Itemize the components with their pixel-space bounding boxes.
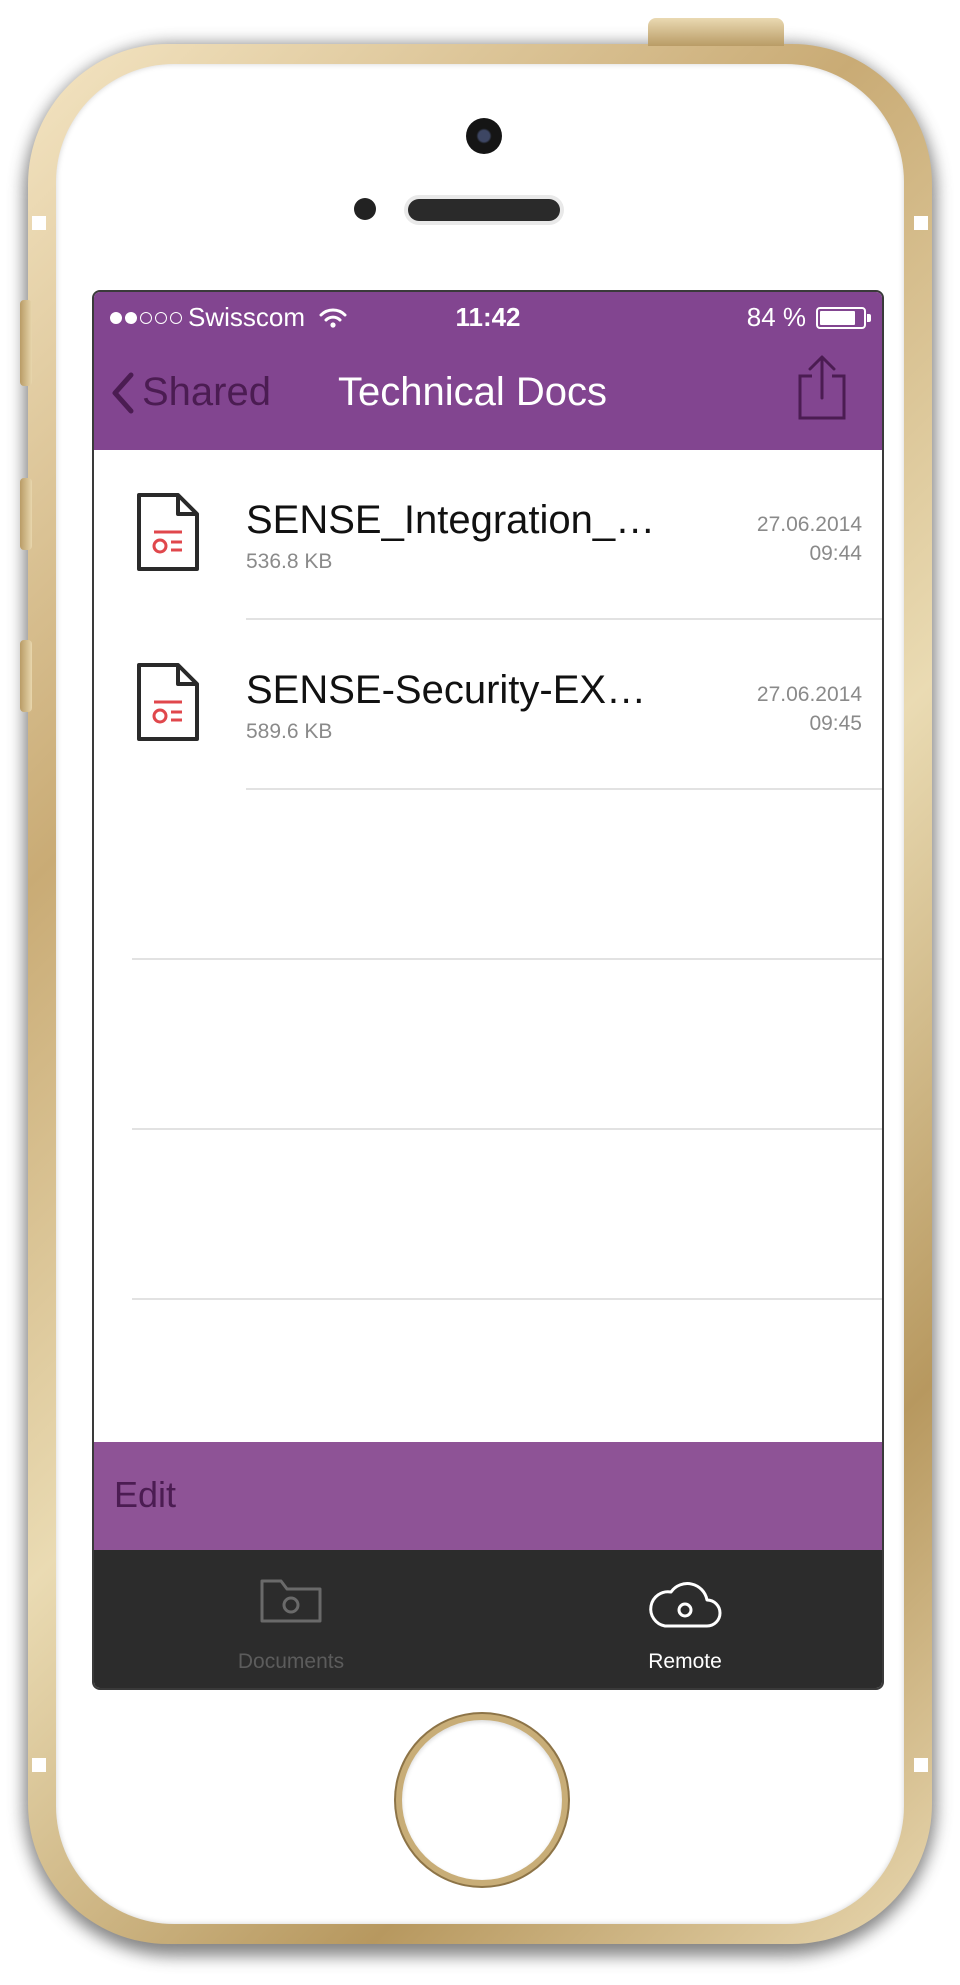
tab-label: Remote: [648, 1650, 722, 1673]
file-row[interactable]: SENSE-Security-EX… 589.6 KB 27.06.2014 0…: [94, 620, 882, 790]
antenna-band: [914, 216, 928, 230]
edit-toolbar: Edit: [94, 1442, 882, 1550]
volume-up-button: [20, 478, 32, 550]
status-right: 84 %: [746, 302, 871, 333]
cloud-icon: [649, 1582, 722, 1628]
battery-tip: [867, 313, 871, 322]
back-label: Shared: [142, 370, 271, 414]
home-button[interactable]: [402, 1720, 562, 1880]
battery-icon: [816, 306, 871, 329]
page-title: Technical Docs: [338, 370, 608, 414]
file-row[interactable]: SENSE_Integration_… 536.8 KB 27.06.2014 …: [94, 450, 882, 620]
file-modified: 27.06.2014 09:44: [757, 510, 862, 568]
back-button[interactable]: Shared: [110, 370, 271, 415]
file-size: 536.8 KB: [246, 550, 333, 573]
edit-button[interactable]: Edit: [114, 1474, 176, 1516]
file-name: SENSE-Security-EX…: [246, 668, 647, 712]
antenna-band: [32, 216, 46, 230]
proximity-sensor: [354, 198, 376, 220]
file-name: SENSE_Integration_…: [246, 498, 656, 542]
empty-row-divider: [132, 1128, 882, 1130]
pdf-document-icon: [137, 493, 199, 571]
power-button: [648, 18, 784, 46]
earpiece-speaker: [408, 199, 560, 221]
chevron-left-icon: [112, 372, 134, 413]
file-time: 09:45: [809, 712, 862, 735]
navigation-bar: Shared Technical Docs: [94, 344, 882, 450]
pdf-document-icon: [137, 663, 199, 741]
battery-level: [820, 310, 856, 325]
tab-documents[interactable]: Documents: [94, 1550, 488, 1688]
empty-row-divider: [132, 1298, 882, 1300]
file-date: 27.06.2014: [756, 683, 862, 706]
folder-icon: [260, 1579, 322, 1623]
file-size: 589.6 KB: [246, 720, 333, 743]
tab-remote[interactable]: Remote: [488, 1550, 882, 1688]
mute-switch: [20, 300, 32, 386]
file-list: SENSE_Integration_… 536.8 KB 27.06.2014 …: [94, 450, 882, 790]
status-bar: Swisscom 11:42 84 %: [94, 292, 882, 344]
share-icon[interactable]: [796, 354, 848, 422]
antenna-band: [914, 1758, 928, 1772]
empty-row-divider: [132, 958, 882, 960]
row-divider: [246, 788, 882, 790]
tab-bar: Documents Remote: [94, 1550, 882, 1688]
file-date: 27.06.2014: [756, 513, 862, 536]
app-screen: Swisscom 11:42 84 % Shared Technical Doc…: [94, 292, 882, 1688]
tab-label: Documents: [237, 1650, 345, 1673]
file-time: 09:44: [809, 542, 862, 565]
volume-down-button: [20, 640, 32, 712]
front-camera: [466, 118, 502, 154]
antenna-band: [32, 1758, 46, 1772]
file-modified: 27.06.2014 09:45: [757, 680, 862, 738]
battery-percentage: 84 %: [746, 302, 806, 332]
